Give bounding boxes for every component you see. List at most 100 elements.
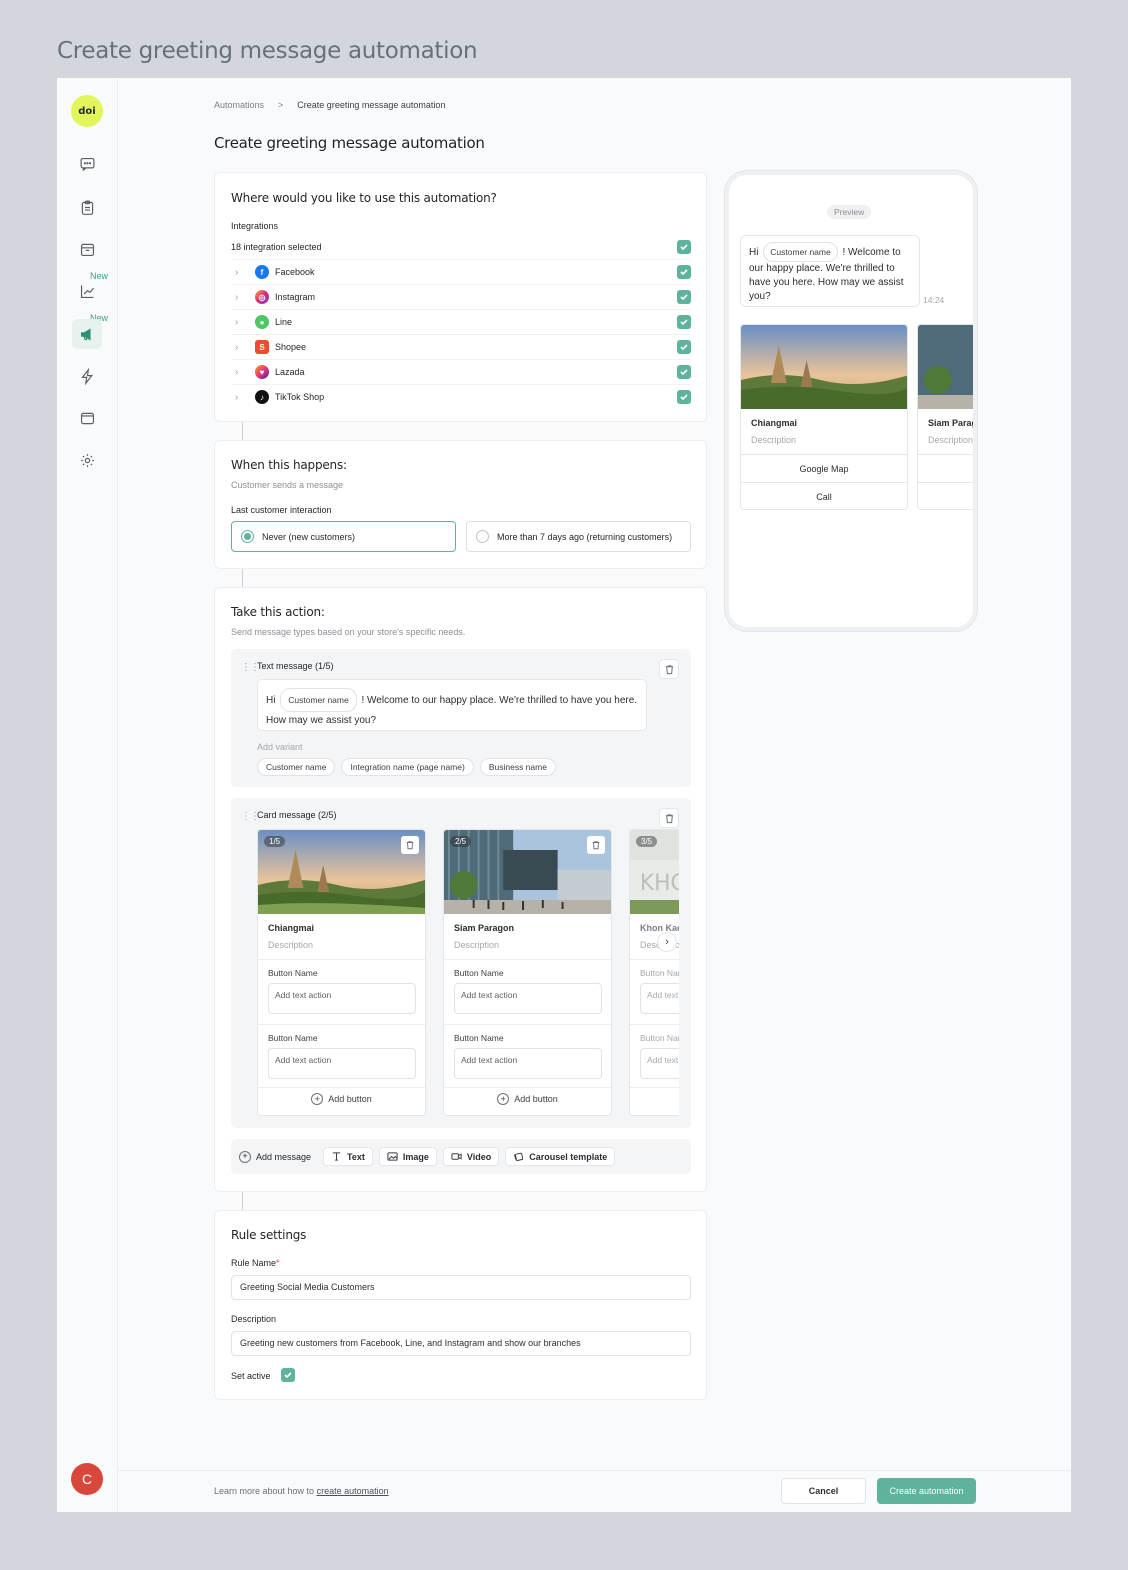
chevron-right-icon[interactable]: › bbox=[235, 392, 247, 403]
card-delete-icon[interactable] bbox=[401, 836, 419, 854]
chevron-right-icon[interactable]: › bbox=[235, 317, 247, 328]
integration-row-lazada[interactable]: › ♥ Lazada bbox=[231, 359, 691, 384]
chat-icon[interactable] bbox=[74, 151, 100, 177]
logo-text: doi bbox=[78, 105, 96, 117]
breadcrumb-parent[interactable]: Automations bbox=[214, 100, 264, 110]
tiktok-checkbox[interactable] bbox=[677, 390, 691, 404]
preview-card-description: Description bbox=[751, 435, 797, 445]
card-carousel: 1/5 Chiangmai Description Button Name Ad… bbox=[257, 798, 679, 1128]
cancel-button[interactable]: Cancel bbox=[781, 1478, 866, 1504]
flow-connector bbox=[242, 569, 243, 587]
delete-trash-icon[interactable] bbox=[659, 659, 679, 679]
add-message-button[interactable]: + Add message bbox=[239, 1150, 312, 1163]
carousel-tool-button[interactable]: Carousel template bbox=[505, 1147, 616, 1166]
inbox-box-icon[interactable] bbox=[74, 236, 100, 262]
user-avatar[interactable]: C bbox=[71, 1463, 103, 1495]
chevron-right-icon[interactable]: › bbox=[657, 932, 677, 952]
button-action-input[interactable]: Add text action bbox=[454, 983, 602, 1014]
breadcrumb-chevron-icon: > bbox=[278, 100, 284, 110]
breadcrumb: Automations > Create greeting message au… bbox=[214, 100, 445, 110]
variant-chips: Customer name Integration name (page nam… bbox=[257, 758, 556, 776]
integration-row-facebook[interactable]: › f Facebook bbox=[231, 259, 691, 284]
rule-name-input[interactable]: Greeting Social Media Customers bbox=[231, 1275, 691, 1300]
integration-row-shopee[interactable]: › S Shopee bbox=[231, 334, 691, 359]
wallet-icon[interactable] bbox=[74, 405, 100, 431]
chevron-right-icon[interactable]: › bbox=[235, 342, 247, 353]
create-automation-button[interactable]: Create automation bbox=[877, 1478, 976, 1504]
button-name-label: Button Name bbox=[268, 1033, 318, 1043]
text-message-input[interactable]: Hi Customer name ! Welcome to our happy … bbox=[257, 679, 647, 731]
plus-circle-icon: + bbox=[497, 1093, 510, 1105]
create-automation-link[interactable]: create automation bbox=[317, 1486, 389, 1496]
carousel-card: KHO 3/5 Khon Kaen Description Button Nam… bbox=[629, 829, 679, 1116]
preview-badge: Preview bbox=[827, 205, 872, 219]
variant-chip[interactable]: Customer name bbox=[257, 758, 336, 776]
chevron-right-icon[interactable]: › bbox=[235, 292, 247, 303]
add-button[interactable]: + Add button bbox=[258, 1093, 425, 1105]
action-card: Take this action: Send message types bas… bbox=[214, 587, 707, 1192]
text-tool-button[interactable]: Text bbox=[323, 1147, 373, 1166]
add-button-label: Add button bbox=[514, 1094, 558, 1104]
card-description[interactable]: Description bbox=[454, 940, 499, 950]
radio-button[interactable] bbox=[241, 530, 254, 543]
radio-button[interactable] bbox=[476, 530, 489, 543]
radio-option-returning-customers[interactable]: More than 7 days ago (returning customer… bbox=[466, 521, 691, 552]
integrations-select-all[interactable]: 18 integration selected bbox=[231, 234, 691, 259]
card-title[interactable]: Siam Paragon bbox=[454, 923, 514, 933]
learn-more-text: Learn more about how to create automatio… bbox=[214, 1486, 389, 1496]
shopee-checkbox[interactable] bbox=[677, 340, 691, 354]
button-action-input[interactable]: Add text action bbox=[640, 983, 679, 1014]
variant-chip[interactable]: Business name bbox=[479, 758, 556, 776]
button-action-input[interactable]: Add text action bbox=[268, 983, 416, 1014]
settings-gear-icon[interactable] bbox=[74, 447, 100, 473]
integration-row-instagram[interactable]: › ◎ Instagram bbox=[231, 284, 691, 309]
select-all-checkbox[interactable] bbox=[677, 239, 691, 254]
logo[interactable]: doi bbox=[71, 95, 103, 127]
preview-card-button[interactable]: Call bbox=[741, 482, 907, 509]
instagram-checkbox[interactable] bbox=[677, 290, 691, 304]
set-active-checkbox[interactable] bbox=[281, 1368, 295, 1382]
button-action-input[interactable]: Add text action bbox=[640, 1048, 679, 1079]
card-title[interactable]: Khon Kaen bbox=[640, 923, 679, 933]
integration-row-line[interactable]: › ● Line bbox=[231, 309, 691, 334]
line-checkbox[interactable] bbox=[677, 315, 691, 329]
clipboard-icon[interactable] bbox=[74, 194, 100, 220]
radio-option-new-customers[interactable]: Never (new customers) bbox=[231, 521, 456, 552]
button-name-label: Button Name bbox=[454, 1033, 504, 1043]
card-title[interactable]: Chiangmai bbox=[268, 923, 314, 933]
add-button[interactable]: + Add button bbox=[444, 1093, 611, 1105]
set-active-label: Set active bbox=[231, 1371, 271, 1381]
image-icon bbox=[387, 1152, 398, 1161]
preview-card: Chiangmai Description Google Map Call bbox=[740, 324, 908, 510]
radio-label: More than 7 days ago (returning customer… bbox=[497, 531, 673, 542]
chevron-right-icon[interactable]: › bbox=[235, 267, 247, 278]
lightning-icon[interactable] bbox=[74, 363, 100, 389]
preview-card-button[interactable] bbox=[918, 482, 973, 509]
button-action-input[interactable]: Add text action bbox=[268, 1048, 416, 1079]
preview-card-button[interactable]: Google Map bbox=[741, 454, 907, 482]
divider bbox=[630, 959, 679, 960]
footer-bar: Learn more about how to create automatio… bbox=[118, 1470, 1071, 1512]
video-tool-button[interactable]: Video bbox=[442, 1147, 500, 1166]
analytics-chart-icon[interactable] bbox=[74, 278, 100, 304]
text-message-block: ⋮⋮ Text message (1/5) Hi Customer name !… bbox=[231, 649, 691, 787]
description-input[interactable]: Greeting new customers from Facebook, Li… bbox=[231, 1331, 691, 1356]
add-message-label: Add message bbox=[256, 1151, 312, 1162]
preview-card-button[interactable] bbox=[918, 454, 973, 482]
variable-chip[interactable]: Customer name bbox=[280, 688, 357, 712]
lazada-checkbox[interactable] bbox=[677, 365, 691, 379]
integration-row-tiktok[interactable]: › ♪ TikTok Shop bbox=[231, 384, 691, 409]
card-delete-icon[interactable] bbox=[587, 836, 605, 854]
integration-name: Line bbox=[275, 317, 293, 327]
image-tool-button[interactable]: Image bbox=[378, 1147, 437, 1166]
variant-chip[interactable]: Integration name (page name) bbox=[341, 758, 474, 776]
flow-connector bbox=[242, 422, 243, 440]
button-action-input[interactable]: Add text action bbox=[454, 1048, 602, 1079]
chevron-right-icon[interactable]: › bbox=[235, 367, 247, 378]
preview-greeting: Hi bbox=[749, 247, 759, 258]
video-tool-label: Video bbox=[466, 1151, 492, 1162]
card-index: 1/5 bbox=[264, 836, 286, 847]
card-description[interactable]: Description bbox=[268, 940, 313, 950]
megaphone-icon[interactable] bbox=[72, 319, 102, 349]
facebook-checkbox[interactable] bbox=[677, 265, 691, 279]
